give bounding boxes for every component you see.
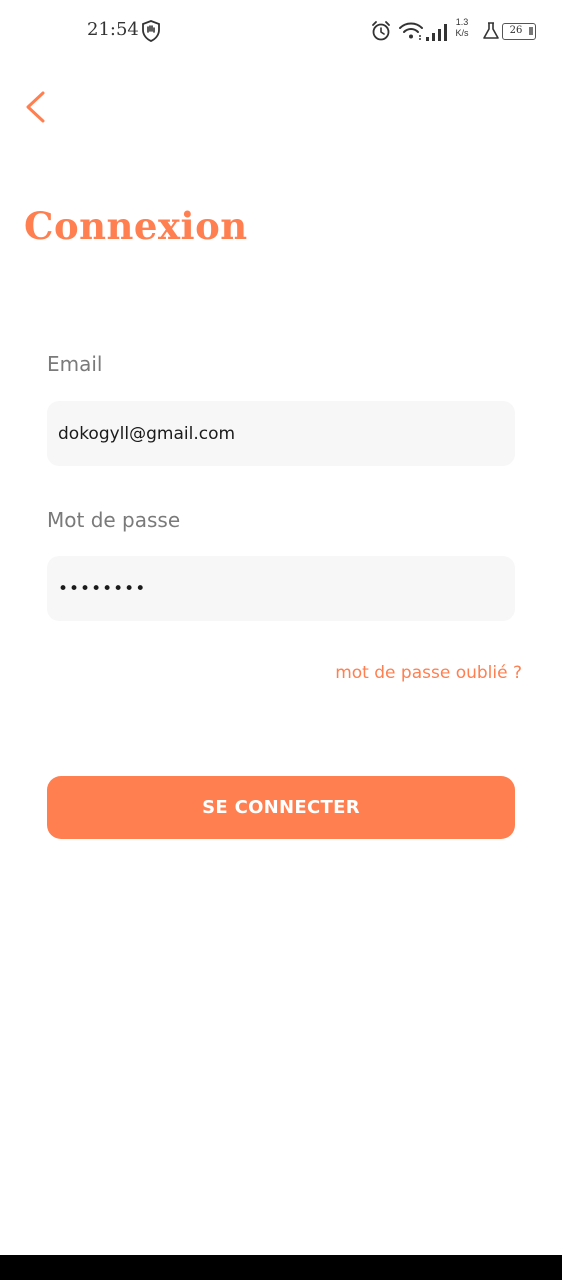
page-title: Connexion — [24, 204, 248, 248]
network-speed: 1.3 K/s — [452, 17, 472, 39]
battery-level: 26 — [509, 25, 523, 36]
chevron-left-icon — [26, 91, 45, 123]
login-button[interactable]: SE CONNECTER — [47, 776, 515, 839]
back-button[interactable] — [18, 86, 58, 126]
wifi-icon — [399, 22, 423, 40]
battery-fill — [529, 27, 533, 35]
battery-icon: 26 — [502, 23, 536, 40]
email-field[interactable] — [47, 401, 515, 466]
email-label: Email — [47, 352, 103, 376]
login-screen: 21:54 1.3 K/s 26 Connexion Email dokogyl… — [0, 0, 562, 1280]
network-speed-value: 1.3 — [455, 17, 469, 27]
password-label: Mot de passe — [47, 508, 181, 532]
status-bar: 21:54 1.3 K/s 26 — [0, 0, 562, 62]
alarm-icon — [372, 21, 390, 41]
password-field[interactable] — [47, 556, 515, 621]
signal-icon — [426, 24, 447, 41]
navigation-bar — [0, 1255, 562, 1280]
flask-icon — [483, 22, 499, 39]
shield-hand-icon — [142, 20, 160, 42]
network-speed-unit: K/s — [455, 28, 469, 38]
status-time: 21:54 — [87, 19, 139, 40]
forgot-password-link[interactable]: mot de passe oublié ? — [335, 663, 522, 683]
